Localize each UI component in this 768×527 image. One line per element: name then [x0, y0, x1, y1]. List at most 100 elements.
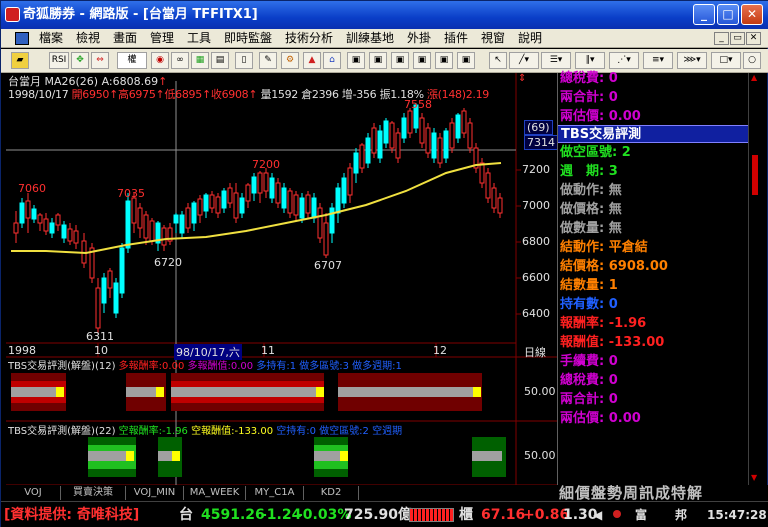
volume-bar — [409, 508, 454, 522]
bell-icon[interactable]: ▲ — [303, 52, 321, 69]
axis-scroll-up-icon[interactable]: ⇕ — [518, 73, 532, 85]
candle-body — [323, 222, 329, 256]
circle-icon[interactable]: ◉ — [151, 52, 169, 69]
menu-manage[interactable]: 管理 — [150, 29, 174, 48]
candle-body — [113, 282, 119, 314]
maximize-button[interactable]: □ — [717, 4, 739, 25]
candle-body — [377, 130, 383, 159]
candle-body — [233, 192, 239, 219]
panel-label: 兩合計: — [560, 392, 605, 407]
arrows-icon[interactable]: ⇔ — [91, 52, 109, 69]
scroll-down-icon[interactable]: ▼ — [751, 473, 759, 482]
ellipse-tool-icon[interactable]: ○ — [743, 52, 761, 69]
line-tool-icon[interactable]: ╱▾ — [509, 52, 539, 69]
vertical-lines-icon[interactable]: ∥▾ — [575, 52, 605, 69]
candle-body — [143, 214, 149, 239]
scroll-thumb[interactable] — [752, 155, 758, 195]
menu-window[interactable]: 視窗 — [481, 29, 505, 48]
menu-technical[interactable]: 技術分析 — [285, 29, 333, 48]
price-label-7060: 7060 — [18, 182, 46, 195]
panel-top-label: 總稅費: — [560, 71, 605, 86]
table-icon[interactable]: ▤ — [211, 52, 229, 69]
grid-icon[interactable]: ▦ — [191, 52, 209, 69]
candle-body — [287, 190, 293, 214]
menu-tools[interactable]: 工具 — [187, 29, 211, 48]
cursor-icon[interactable]: ↖ — [489, 52, 507, 69]
candle-body — [185, 207, 191, 229]
pattern-tool-icon[interactable]: ⋙▾ — [677, 52, 707, 69]
mdi-close-button[interactable]: ✕ — [746, 32, 761, 45]
tab-voj-min[interactable]: VOJ_MIN — [126, 486, 184, 500]
candle-body — [179, 214, 185, 234]
panel-line: 兩合計: 0 — [560, 390, 618, 409]
window2-icon[interactable]: ▣ — [369, 52, 387, 69]
panel-line: 做價格: 無 — [560, 200, 622, 219]
chart-icon[interactable]: ⌂ — [323, 52, 341, 69]
chart-area[interactable]: 台當月 MA26(26) A:6808.69↑ 1998/10/17 開6950… — [6, 73, 558, 485]
pane1-bars — [11, 373, 482, 411]
fan-tool-icon[interactable]: ⋰▾ — [609, 52, 639, 69]
glasses-icon[interactable]: ∞ — [171, 52, 189, 69]
menu-monitor[interactable]: 即時監盤 — [224, 29, 272, 48]
menu-plugin[interactable]: 外掛 — [407, 29, 431, 48]
candle-body — [317, 207, 323, 239]
candle-body — [491, 187, 497, 209]
menu-addon[interactable]: 插件 — [444, 29, 468, 48]
open-folder-icon[interactable]: ▰ — [11, 52, 29, 69]
tab-voj[interactable]: VOJ — [6, 486, 61, 500]
candle-body — [407, 110, 413, 134]
menu-view[interactable]: 檢視 — [76, 29, 100, 48]
period-label[interactable]: 日線 — [524, 344, 546, 360]
adjust-combo[interactable]: 權 — [117, 52, 147, 69]
candle-body — [359, 144, 365, 169]
menu-file[interactable]: 檔案 — [39, 29, 63, 48]
window6-icon[interactable]: ▣ — [457, 52, 475, 69]
mdi-icon[interactable] — [15, 32, 29, 45]
candle-body — [227, 187, 233, 204]
pane2-axis-label: 50.00 — [524, 449, 556, 462]
scroll-up-icon[interactable]: ▲ — [751, 73, 759, 82]
candle-body — [137, 207, 143, 229]
menu-help[interactable]: 說明 — [518, 29, 542, 48]
window5-icon[interactable]: ▣ — [435, 52, 453, 69]
channel-tool-icon[interactable]: ☰▾ — [541, 52, 571, 69]
candle-body — [95, 287, 101, 329]
tab-kd2[interactable]: KD2 — [304, 486, 359, 500]
speaker-icon[interactable]: ◀ — [593, 505, 602, 525]
panel-label: 週 期: — [560, 164, 605, 179]
close-button[interactable]: ✕ — [741, 4, 763, 25]
mdi-minimize-button[interactable]: _ — [714, 32, 729, 45]
candle-body — [43, 218, 49, 232]
panel-label: 結價格: — [560, 259, 605, 274]
pane1-axis-label: 50.00 — [524, 385, 556, 398]
menu-training[interactable]: 訓練基地 — [346, 29, 394, 48]
title-bar[interactable]: 奇狐勝券 - 網路版 - [台當月 TFFITX1] _ □ ✕ — [1, 1, 768, 29]
header-change: 漲(148)2.19 — [426, 88, 490, 101]
axis-label-6800: 6800 — [522, 235, 550, 248]
panel-section-title[interactable]: TBS交易評測 — [558, 125, 748, 143]
minimize-button[interactable]: _ — [693, 4, 715, 25]
mdi-restore-button[interactable]: ▭ — [730, 32, 745, 45]
book-icon[interactable]: ▯ — [235, 52, 253, 69]
gear-icon[interactable]: ⚙ — [281, 52, 299, 69]
quick-switch-bar[interactable]: 細價盤勢周訊成特解 — [559, 485, 768, 501]
panel-top-label: 兩合計: — [560, 90, 605, 105]
window4-icon[interactable]: ▣ — [413, 52, 431, 69]
note-icon[interactable]: ✎ — [259, 52, 277, 69]
window3-icon[interactable]: ▣ — [391, 52, 409, 69]
vertical-scrollbar[interactable]: ▲ ▼ — [748, 73, 761, 485]
candle-body — [455, 114, 461, 139]
panel-label: 做價格: — [560, 202, 605, 217]
menu-screen[interactable]: 畫面 — [113, 29, 137, 48]
candle-body — [197, 198, 203, 216]
candlestick-series — [13, 103, 503, 333]
tab-ma-week[interactable]: MA_WEEK — [184, 486, 246, 500]
tab-my-c1a[interactable]: MY_C1A — [246, 486, 304, 500]
rectangle-tool-icon[interactable]: □▾ — [711, 52, 741, 69]
app-icon[interactable] — [5, 7, 20, 22]
parallel-tool-icon[interactable]: ≡▾ — [643, 52, 673, 69]
window1-icon[interactable]: ▣ — [347, 52, 365, 69]
move-icon[interactable]: ✥ — [71, 52, 89, 69]
rsi-button[interactable]: RSI — [49, 52, 69, 69]
tab-trade-decision[interactable]: 買賣決策 — [61, 486, 126, 500]
